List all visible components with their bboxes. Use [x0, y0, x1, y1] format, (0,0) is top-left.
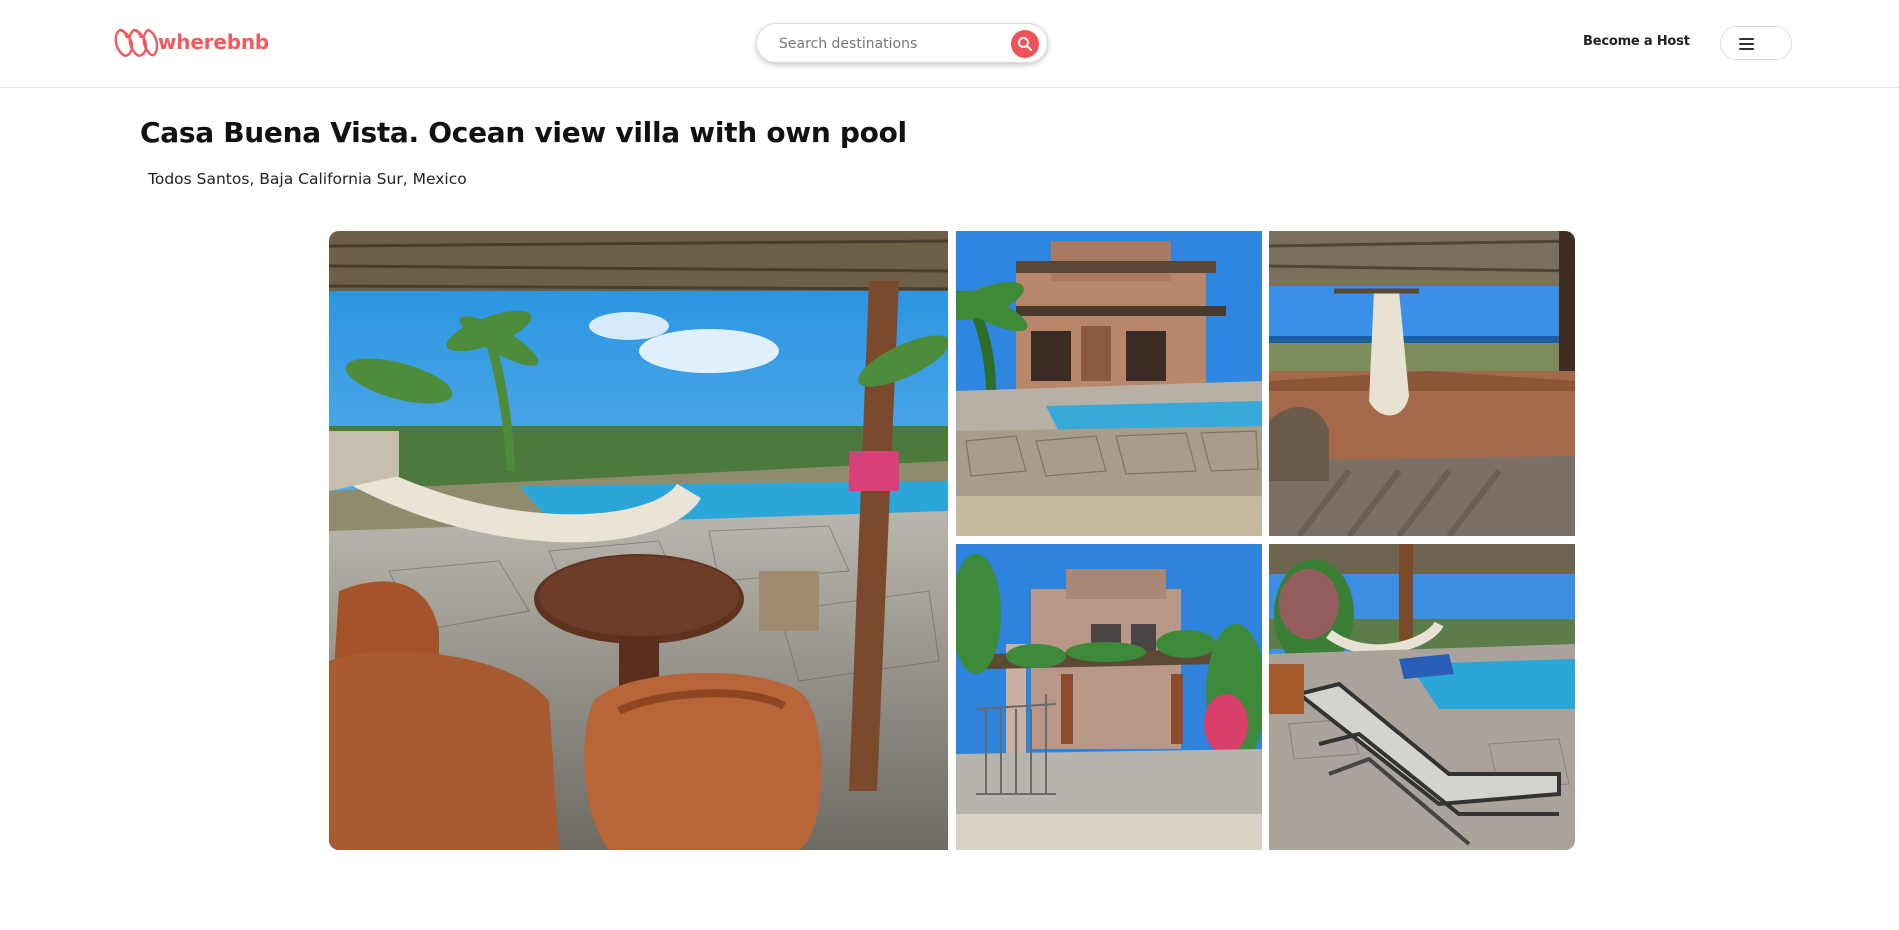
user-menu-button[interactable] [1720, 26, 1792, 60]
pool-lounge-chairs-photo[interactable] [1269, 544, 1575, 850]
terrace-hammock-ocean-view-photo[interactable] [1269, 231, 1575, 536]
logo[interactable]: wherebnb [112, 24, 269, 60]
pool-patio-hammock-photo[interactable] [329, 231, 948, 850]
villa-entrance-gate-photo[interactable] [956, 544, 1262, 850]
search-button[interactable] [1011, 30, 1039, 58]
logo-icon [114, 28, 158, 57]
logo-text: wherebnb [158, 30, 269, 54]
search-input[interactable] [779, 33, 989, 55]
become-host-link[interactable]: Become a Host [1583, 34, 1690, 49]
villa-exterior-pool-photo[interactable] [956, 231, 1262, 536]
search-icon [1018, 37, 1033, 52]
listing-title: Casa Buena Vista. Ocean view villa with … [140, 116, 907, 149]
top-nav: wherebnb Become a Host [0, 0, 1899, 88]
hamburger-icon [1739, 38, 1754, 53]
listing-location[interactable]: Todos Santos, Baja California Sur, Mexic… [148, 170, 467, 188]
search-bar[interactable] [756, 23, 1048, 63]
photo-gallery [329, 231, 1575, 850]
